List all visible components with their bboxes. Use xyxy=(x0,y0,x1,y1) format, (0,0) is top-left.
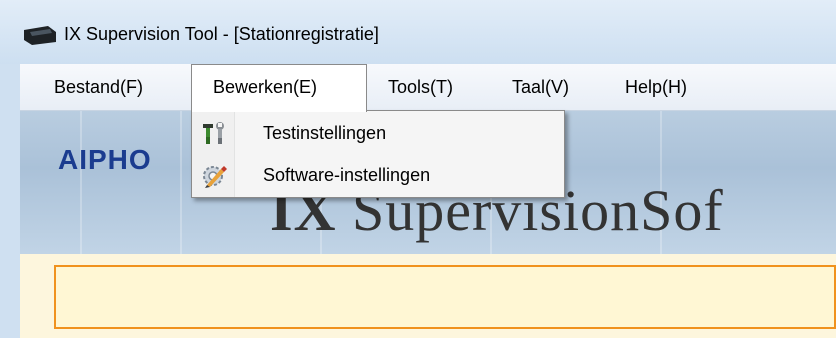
status-box xyxy=(54,265,836,329)
tools-icon xyxy=(203,122,224,144)
app-icon xyxy=(24,26,56,45)
menu-help[interactable]: Help(H) xyxy=(621,64,691,110)
content-area xyxy=(20,254,836,338)
menu-bestand[interactable]: Bestand(F) xyxy=(50,64,147,110)
menu-item-software-instellingen[interactable]: Software-instellingen xyxy=(193,155,563,195)
menu-item-label: Testinstellingen xyxy=(263,123,387,143)
title-bar: IX Supervision Tool - [Stationregistrati… xyxy=(0,0,836,64)
app-window: IX Supervision Tool - [Stationregistrati… xyxy=(0,0,836,338)
menu-bewerken[interactable]: Bewerken(E) xyxy=(191,64,367,112)
menu-item-label: Software-instellingen xyxy=(263,165,431,185)
menu-tools[interactable]: Tools(T) xyxy=(384,64,457,110)
edit-menu-dropdown: Testinstellingen Software-instellingen xyxy=(191,110,565,198)
gear-icon xyxy=(203,166,227,188)
menu-taal[interactable]: Taal(V) xyxy=(508,64,573,110)
window-title: IX Supervision Tool - [Stationregistrati… xyxy=(64,24,379,44)
brand-logo: AIPHO xyxy=(58,144,152,175)
menu-bar: Bestand(F) Bewerken(E) Tools(T) Taal(V) … xyxy=(20,64,836,112)
menu-item-testinstellingen[interactable]: Testinstellingen xyxy=(193,113,563,153)
